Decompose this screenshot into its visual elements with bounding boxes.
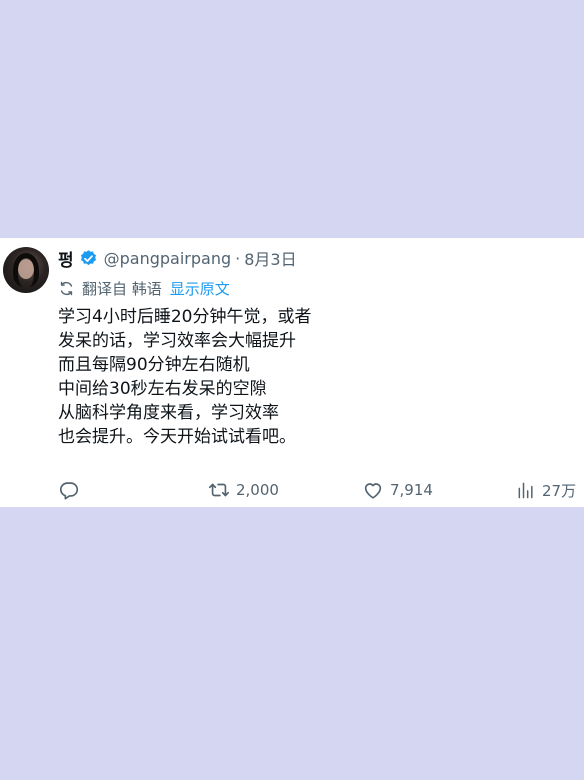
tweet-header: 펑 @pangpairpang · 8月3日 bbox=[58, 246, 297, 271]
tweet-line: 从脑科学角度来看，学习效率 bbox=[58, 403, 279, 423]
tweet-date[interactable]: 8月3日 bbox=[244, 246, 296, 270]
separator-dot: · bbox=[235, 248, 241, 268]
translation-row: 翻译自 韩语 显示原文 bbox=[58, 277, 230, 299]
like-icon bbox=[362, 479, 384, 501]
views-button[interactable]: 27万 bbox=[516, 478, 576, 502]
tweet-line: 学习4小时后睡20分钟午觉，或者 bbox=[58, 307, 312, 327]
views-icon bbox=[516, 480, 536, 500]
avatar-hair bbox=[13, 253, 39, 287]
retweet-icon bbox=[208, 479, 230, 501]
tweet-line: 发呆的话，学习效率会大幅提升 bbox=[58, 331, 296, 351]
tweet-card[interactable]: 펑 @pangpairpang · 8月3日 翻译自 韩语 显示原文 学习4小时… bbox=[0, 238, 584, 507]
tweet-line: 而且每隔90分钟左右随机 bbox=[58, 355, 250, 375]
views-count: 27万 bbox=[542, 481, 577, 500]
user-handle[interactable]: @pangpairpang bbox=[104, 249, 232, 268]
reply-button[interactable] bbox=[58, 478, 80, 502]
tweet-body: 学习4小时后睡20分钟午觉，或者 发呆的话，学习效率会大幅提升 而且每隔90分钟… bbox=[58, 305, 558, 449]
display-name[interactable]: 펑 bbox=[58, 246, 74, 271]
translate-icon bbox=[58, 280, 75, 297]
retweet-button[interactable]: 2,000 bbox=[208, 478, 279, 502]
tweet-actions: 2,000 7,914 27万 bbox=[0, 478, 584, 502]
tweet-line: 也会提升。今天开始试试看吧。 bbox=[58, 427, 296, 447]
tweet-line: 中间给30秒左右发呆的空隙 bbox=[58, 379, 267, 399]
like-button[interactable]: 7,914 bbox=[362, 478, 433, 502]
avatar[interactable] bbox=[3, 247, 49, 293]
translated-from-label: 翻译自 韩语 bbox=[82, 279, 162, 298]
reply-icon bbox=[58, 479, 80, 501]
show-original-link[interactable]: 显示原文 bbox=[170, 278, 230, 299]
verified-badge-icon bbox=[79, 249, 98, 268]
retweet-count: 2,000 bbox=[236, 481, 279, 499]
like-count: 7,914 bbox=[390, 481, 433, 499]
